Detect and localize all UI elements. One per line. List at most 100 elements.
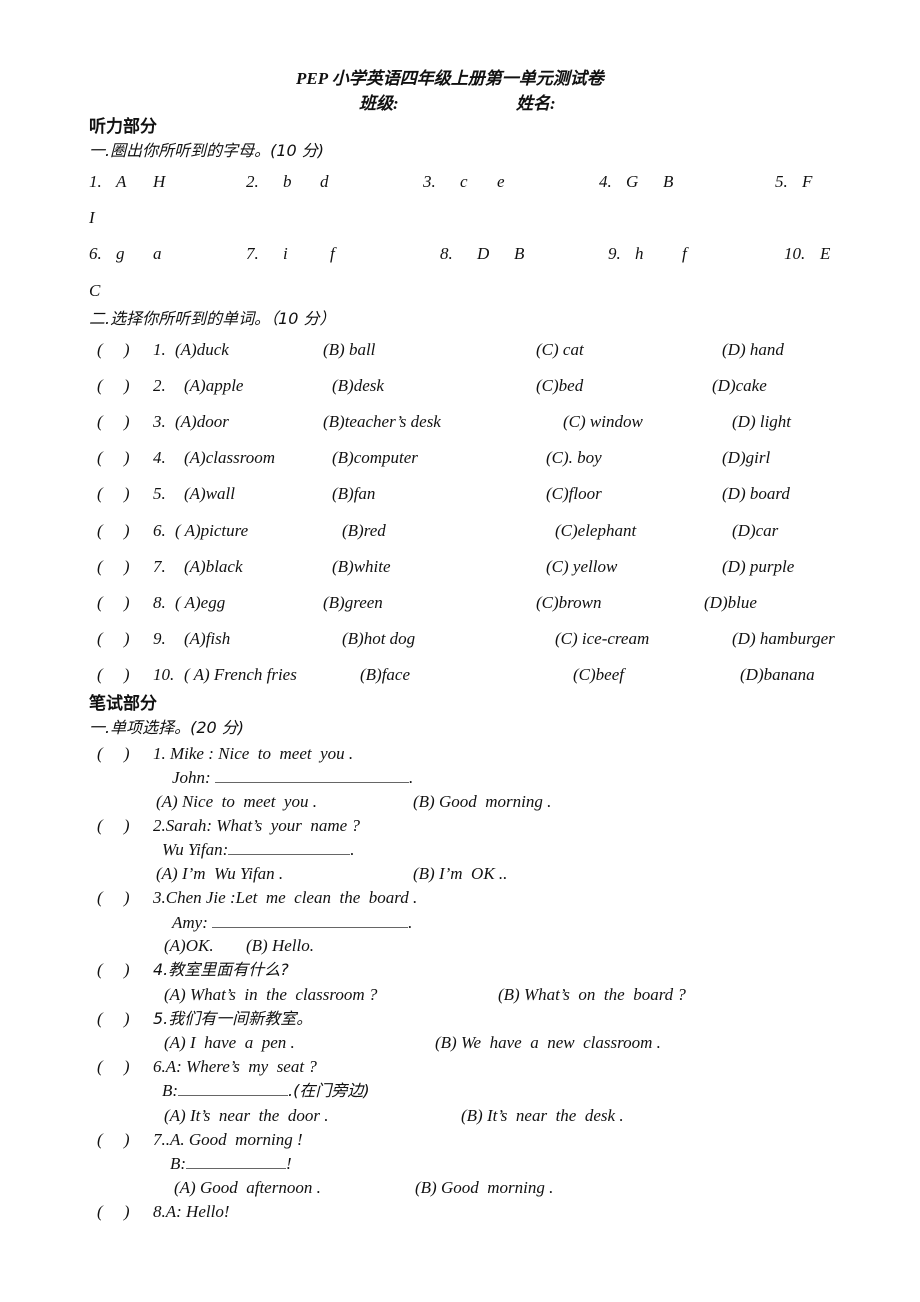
dialogue-line: Amy: . [172,913,412,933]
letter-option[interactable]: a [153,244,162,264]
option-a: (A) It’s near the door . [164,1106,329,1125]
writing-heading: 笔试部分 [89,694,157,714]
answer-bracket[interactable]: ( ) [97,521,130,541]
letter-option[interactable]: h [635,244,644,264]
item-number: 6. [153,521,166,540]
answer-bracket[interactable]: ( ) [97,340,130,360]
answer-bracket[interactable]: ( ) [97,1130,130,1150]
class-label: 班级: [359,94,399,113]
answer-bracket[interactable]: ( ) [97,376,130,396]
answer-bracket[interactable]: ( ) [97,448,130,468]
letter-option[interactable]: c [460,172,468,192]
option-b: (B) I’m OK .. [413,864,508,883]
option-a: (A)fish [184,629,231,648]
speaker-label: B: [162,1081,179,1100]
letter-option[interactable]: g [116,244,125,264]
speaker-label: Wu Yifan: [162,840,229,859]
answer-blank[interactable] [178,1081,289,1096]
answer-bracket[interactable]: ( ) [97,744,130,764]
option-a: ( A) French fries [184,665,297,684]
option-d: (D)car [732,521,779,540]
option-a: (A) Nice to meet you . [156,792,317,811]
option-b: (B) Good morning . [413,792,552,811]
option-c: (C)elephant [555,521,637,540]
option-d: (D)banana [740,665,815,684]
option-d: (D) hamburger [732,629,835,648]
answer-bracket[interactable]: ( ) [97,593,130,613]
option-b: (B) ball [323,340,376,359]
item-number: 3. [153,412,166,431]
letter-option[interactable]: i [283,244,288,264]
dialogue-line: B: .(在门旁边) [162,1081,370,1101]
hint-text: .(在门旁边) [288,1081,370,1100]
letter-option[interactable]: C [89,281,100,301]
letter-num: 4. [599,172,612,191]
letter-num: 8. [440,244,453,263]
option-b: (B) It’s near the desk . [461,1106,624,1125]
option-b: (B)face [360,665,411,684]
letter-num: 7. [246,244,259,263]
answer-bracket[interactable]: ( ) [97,816,130,836]
punctuation: . [350,840,355,859]
item-number: 2. [153,376,166,395]
letter-num: 10. [784,244,806,263]
option-a: (A)OK. [164,936,214,955]
letter-option[interactable]: f [682,244,687,264]
option-c: (C) window [563,412,643,431]
listening-part2-title: 二.选择你所听到的单词。（10 分） [89,309,336,328]
answer-bracket[interactable]: ( ) [97,484,130,504]
answer-bracket[interactable]: ( ) [97,412,130,432]
option-c: (C)brown [536,593,602,612]
option-d: (D) hand [722,340,784,359]
answer-blank[interactable] [212,913,409,928]
letter-option[interactable]: E [820,244,830,264]
answer-blank[interactable] [186,1154,287,1169]
item-number: 10. [153,665,175,684]
answer-bracket[interactable]: ( ) [97,960,130,980]
answer-bracket[interactable]: ( ) [97,665,130,685]
letter-num: 9. [608,244,621,263]
answer-bracket[interactable]: ( ) [97,1057,130,1077]
option-d: (D)girl [722,448,771,467]
letter-option[interactable]: I [89,208,95,228]
letter-num: 6. [89,244,102,263]
answer-bracket[interactable]: ( ) [97,557,130,577]
letter-option[interactable]: A [116,172,126,192]
question-text: 7..A. Good morning ! [153,1130,303,1149]
letter-option[interactable]: f [330,244,335,264]
answer-blank[interactable] [214,768,409,783]
dialogue-line: John: . [172,768,413,788]
answer-blank[interactable] [228,840,351,855]
item-number: 9. [153,629,166,648]
option-c: (C) cat [536,340,584,359]
answer-bracket[interactable]: ( ) [97,629,130,649]
option-c: (C) ice-cream [555,629,650,648]
option-a: ( A)picture [175,521,249,540]
letter-option[interactable]: G [626,172,638,192]
question-text: 1. Mike : Nice to meet you . [153,744,354,763]
option-c: (C). boy [546,448,602,467]
speaker-label: B: [170,1154,187,1173]
letter-num: 3. [423,172,436,191]
letter-option[interactable]: b [283,172,292,192]
option-c: (C) yellow [546,557,618,576]
letter-option[interactable]: B [663,172,673,192]
letter-option[interactable]: B [514,244,524,264]
option-b: (B) Hello. [246,936,314,955]
item-number: 7. [153,557,166,576]
letter-option[interactable]: D [477,244,489,264]
option-a: (A) I’m Wu Yifan . [156,864,284,883]
punctuation: . [408,913,413,932]
answer-bracket[interactable]: ( ) [97,1009,130,1029]
option-a: (A)duck [175,340,229,359]
option-a: (A)classroom [184,448,275,467]
answer-bracket[interactable]: ( ) [97,888,130,908]
letter-option[interactable]: d [320,172,329,192]
option-a: (A)black [184,557,243,576]
option-a: (A) What’s in the classroom ? [164,985,378,1004]
letter-option[interactable]: F [802,172,812,192]
letter-option[interactable]: H [153,172,165,192]
option-b: (B)desk [332,376,384,395]
answer-bracket[interactable]: ( ) [97,1202,130,1222]
letter-option[interactable]: e [497,172,505,192]
